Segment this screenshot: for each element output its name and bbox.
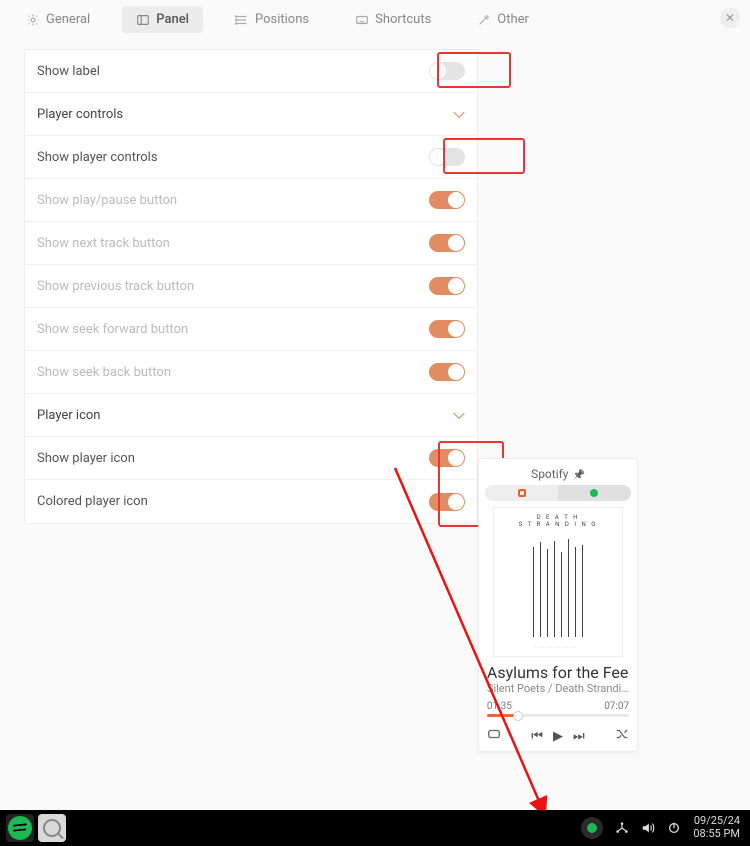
row-prev: Show previous track button: [25, 265, 477, 308]
media-controls: ⏮ ▶ ⏭: [487, 727, 629, 745]
taskbar-image-viewer[interactable]: [38, 814, 66, 842]
tray-power-icon[interactable]: [667, 821, 681, 835]
list-icon: [235, 13, 249, 27]
tab-general[interactable]: General: [12, 6, 104, 33]
taskbar-spotify[interactable]: [6, 814, 34, 842]
toggle-play-pause[interactable]: [429, 191, 465, 209]
tab-other-label: Other: [497, 12, 529, 27]
media-source-spotify[interactable]: [558, 485, 631, 501]
album-line1: D E A T H: [519, 514, 598, 521]
seek-bar[interactable]: [487, 714, 629, 717]
tabs-bar: General Panel Positions Shortcuts Other …: [0, 0, 750, 39]
toggle-show-player-icon[interactable]: [429, 449, 465, 467]
play-button[interactable]: ▶: [553, 729, 563, 744]
section-player-controls[interactable]: Player controls: [25, 93, 477, 136]
toggle-prev[interactable]: [429, 277, 465, 295]
album-art: D E A T H S T R A N D I N G · · · · · · …: [493, 507, 623, 657]
row-next-text: Show next track button: [37, 236, 429, 251]
spotify-icon: [590, 489, 598, 497]
row-seek-back: Show seek back button: [25, 351, 477, 394]
tab-general-label: General: [46, 12, 90, 27]
media-source-brave[interactable]: [485, 485, 558, 501]
media-popup: Spotify D E A T H S T R A N D I N G · · …: [478, 458, 638, 752]
row-show-label: Show label: [25, 50, 477, 93]
media-app-name: Spotify: [531, 467, 568, 481]
track-subtitle: Silent Poets / Death Stranding: [487, 682, 629, 695]
time-current: 01:35: [487, 701, 512, 712]
tab-panel[interactable]: Panel: [122, 6, 203, 33]
clock-time: 08:55 PM: [693, 828, 740, 841]
tab-shortcuts-label: Shortcuts: [375, 12, 431, 27]
taskbar: 09/25/24 08:55 PM: [0, 810, 750, 846]
shuffle-button[interactable]: [615, 727, 629, 745]
row-colored-icon: Colored player icon: [25, 480, 477, 523]
row-play-pause: Show play/pause button: [25, 179, 477, 222]
tools-icon: [477, 13, 491, 27]
toggle-seek-fwd[interactable]: [429, 320, 465, 338]
track-title: Asylums for the Feeli: [487, 663, 629, 682]
section-player-icon[interactable]: Player icon: [25, 394, 477, 437]
row-show-player-icon-text: Show player icon: [37, 451, 429, 466]
spotify-icon: [8, 816, 32, 840]
time-total: 07:07: [604, 701, 629, 712]
magnify-icon: [43, 819, 61, 837]
row-seek-fwd-text: Show seek forward button: [37, 322, 429, 337]
toggle-seek-back[interactable]: [429, 363, 465, 381]
toggle-show-player-controls[interactable]: [429, 148, 465, 166]
time-row: 01:35 07:07: [487, 701, 629, 712]
tab-panel-label: Panel: [156, 12, 189, 27]
row-show-player-controls: Show player controls: [25, 136, 477, 179]
row-next: Show next track button: [25, 222, 477, 265]
tray-volume-icon[interactable]: [641, 821, 655, 835]
row-seek-fwd: Show seek forward button: [25, 308, 477, 351]
row-show-player-icon: Show player icon: [25, 437, 477, 480]
toggle-next[interactable]: [429, 234, 465, 252]
row-show-label-text: Show label: [37, 64, 429, 79]
tab-other[interactable]: Other: [463, 6, 543, 33]
row-prev-text: Show previous track button: [37, 279, 429, 294]
taskbar-clock[interactable]: 09/25/24 08:55 PM: [693, 815, 740, 840]
keyboard-icon: [355, 13, 369, 27]
section-player-icon-label: Player icon: [37, 408, 465, 423]
album-bars: [533, 537, 583, 637]
tab-positions-label: Positions: [255, 12, 309, 27]
pin-icon[interactable]: [572, 467, 584, 481]
tab-shortcuts[interactable]: Shortcuts: [341, 6, 445, 33]
spotify-icon: [587, 823, 597, 833]
row-colored-icon-text: Colored player icon: [37, 494, 429, 509]
tab-positions[interactable]: Positions: [221, 6, 323, 33]
settings-panel: Show label Player controls Show player c…: [24, 49, 478, 524]
prev-button[interactable]: ⏮: [531, 729, 543, 744]
row-seek-back-text: Show seek back button: [37, 365, 429, 380]
brave-icon: [518, 489, 526, 497]
toggle-show-label[interactable]: [429, 62, 465, 80]
media-app-row: Spotify: [531, 467, 585, 481]
next-button[interactable]: ⏭: [573, 729, 585, 744]
gear-icon: [26, 13, 40, 27]
tray-spotify-indicator[interactable]: [581, 817, 603, 839]
media-source-tabs: [485, 485, 630, 501]
panel-icon: [136, 13, 150, 27]
section-player-controls-label: Player controls: [37, 107, 465, 122]
close-button[interactable]: ✕: [720, 8, 740, 28]
row-play-pause-text: Show play/pause button: [37, 193, 429, 208]
loop-button[interactable]: [487, 727, 501, 745]
toggle-colored-icon[interactable]: [429, 493, 465, 511]
album-line2: S T R A N D I N G: [519, 521, 598, 528]
row-show-player-controls-text: Show player controls: [37, 150, 429, 165]
tray-network-icon[interactable]: [615, 821, 629, 835]
